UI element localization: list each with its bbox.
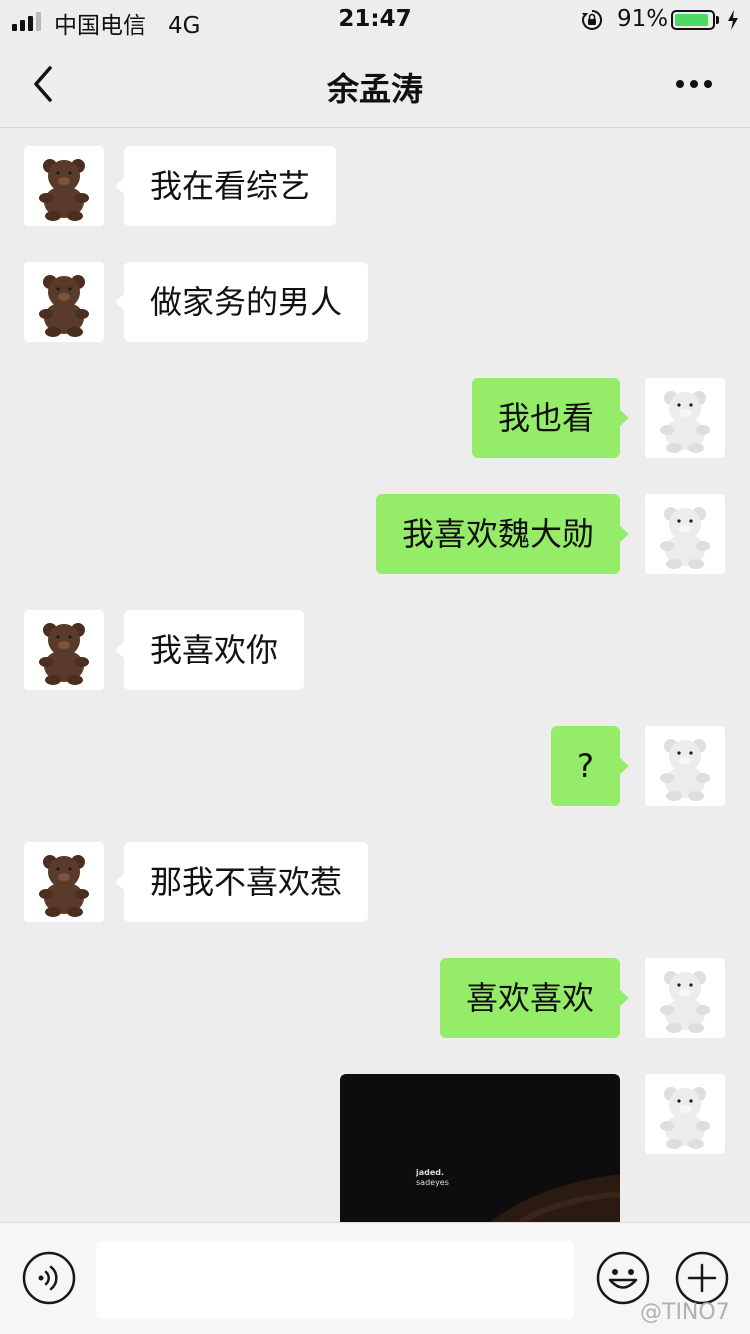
contact-avatar[interactable]	[24, 842, 104, 922]
contact-avatar[interactable]	[24, 610, 104, 690]
chat-title: 余孟涛	[326, 70, 423, 108]
charging-bolt-icon	[728, 10, 738, 30]
battery-icon	[671, 10, 715, 30]
more-dots-icon[interactable]	[672, 70, 716, 98]
message-bubble[interactable]: ?	[551, 726, 629, 806]
brown-teddy-bear-icon	[39, 623, 89, 685]
my-avatar[interactable]	[645, 494, 725, 574]
chat-header: 余孟涛	[0, 40, 750, 128]
input-bar	[0, 1222, 750, 1334]
orientation-lock-icon	[582, 9, 603, 30]
image-caption-title: jaded.	[416, 1168, 445, 1177]
message-bubble[interactable]: 做家务的男人	[114, 262, 369, 342]
white-lamb-plush-icon	[660, 1087, 710, 1149]
battery-level	[675, 14, 708, 26]
white-lamb-plush-icon	[660, 971, 710, 1033]
white-lamb-plush-icon	[660, 507, 710, 569]
white-lamb-plush-icon	[660, 739, 710, 801]
message-input[interactable]	[96, 1241, 574, 1319]
message-bubble[interactable]: 我喜欢你	[114, 610, 305, 690]
plus-icon[interactable]	[675, 1251, 729, 1305]
my-avatar[interactable]	[645, 378, 725, 458]
brown-teddy-bear-icon	[39, 275, 89, 337]
my-avatar[interactable]	[645, 958, 725, 1038]
brown-teddy-bear-icon	[39, 855, 89, 917]
watermark: @TINO7	[640, 1300, 730, 1325]
white-lamb-plush-icon	[660, 391, 710, 453]
message-bubble[interactable]: 我在看综艺	[114, 146, 337, 226]
status-bar: 中国电信 4G 21:47 91%	[0, 0, 750, 40]
image-message[interactable]: jaded. sadeyes	[340, 1074, 620, 1222]
brown-teddy-bear-icon	[39, 159, 89, 221]
image-texture	[490, 1174, 620, 1222]
message-bubble[interactable]: 我也看	[471, 378, 630, 458]
my-avatar[interactable]	[645, 726, 725, 806]
contact-avatar[interactable]	[24, 262, 104, 342]
battery-percent: 91%	[617, 6, 669, 32]
image-caption-subtitle: sadeyes	[416, 1178, 449, 1187]
voice-icon[interactable]	[22, 1251, 76, 1305]
message-bubble[interactable]: 喜欢喜欢	[439, 958, 630, 1038]
my-avatar[interactable]	[645, 1074, 725, 1154]
emoji-icon[interactable]	[596, 1251, 650, 1305]
contact-avatar[interactable]	[24, 146, 104, 226]
message-bubble[interactable]: 我喜欢魏大勋	[375, 494, 630, 574]
message-bubble[interactable]: 那我不喜欢惹	[114, 842, 369, 922]
